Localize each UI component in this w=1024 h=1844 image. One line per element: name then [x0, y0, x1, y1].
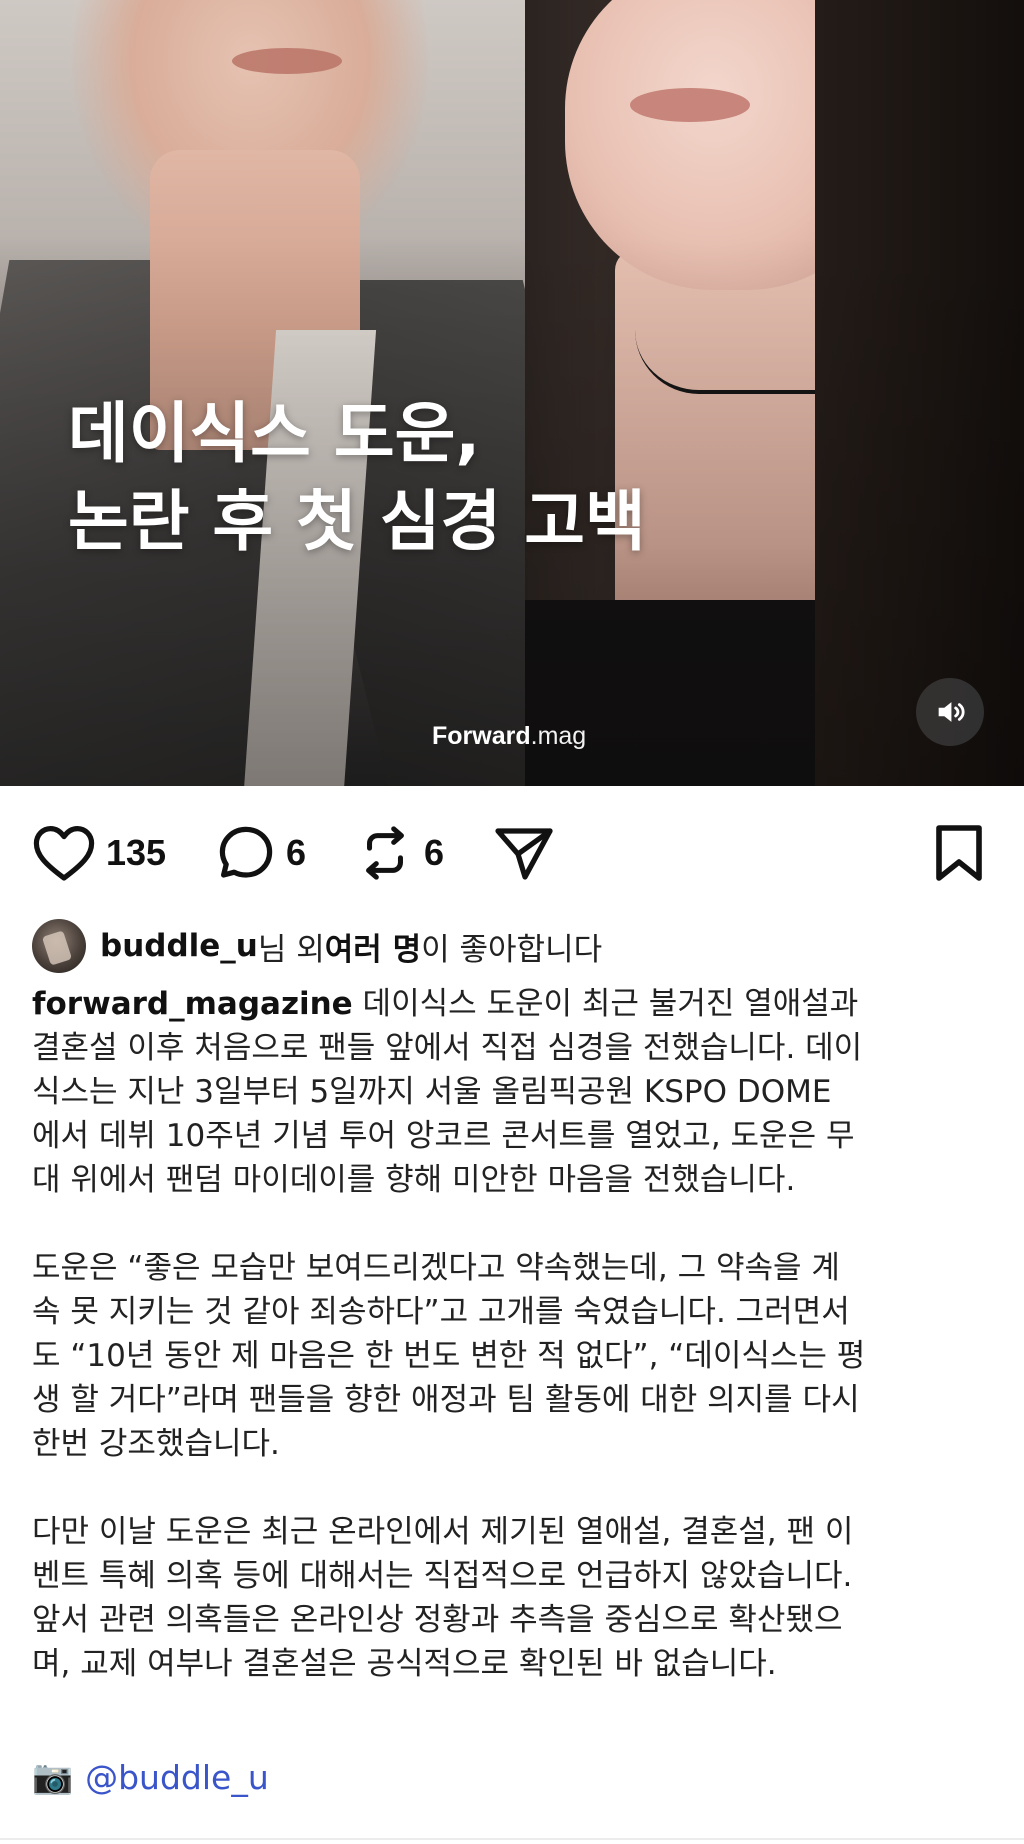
- brand-watermark: Forward.mag: [432, 722, 586, 751]
- headline-line-1: 데이식스 도운,: [68, 395, 481, 472]
- liked-by-mid: 님 외: [257, 931, 325, 968]
- caption-line: forward_magazine 데이식스 도운이 최근 불거진 열애설과: [32, 982, 1002, 1026]
- speaker-icon: [938, 702, 965, 722]
- credit-mention-link[interactable]: @buddle_u: [85, 1758, 269, 1797]
- caption-line: 한번 강조했습니다.: [32, 1426, 280, 1462]
- avatar[interactable]: [32, 919, 86, 973]
- speech-bubble-icon: [219, 826, 273, 878]
- caption-paragraph-1: forward_magazine 데이식스 도운이 최근 불거진 열애설과 결혼…: [32, 982, 1002, 1202]
- photo-credit: 📷 @buddle_u: [32, 1752, 269, 1802]
- liked-by-user[interactable]: buddle_u: [100, 928, 258, 964]
- caption-line: 며, 교제 여부나 결혼설은 공식적으로 확인된 바 없습니다.: [32, 1646, 777, 1682]
- like-button[interactable]: 135: [32, 815, 166, 891]
- save-button[interactable]: [930, 815, 988, 891]
- caption-first-line: 데이식스 도운이 최근 불거진 열애설과: [352, 986, 859, 1022]
- liked-by-end: 이 좋아합니다: [421, 931, 603, 968]
- paper-plane-icon: [495, 828, 553, 880]
- divider: [0, 1838, 1024, 1840]
- action-bar: 135 6 6: [0, 815, 1024, 891]
- post-caption: forward_magazine 데이식스 도운이 최근 불거진 열애설과 결혼…: [32, 982, 1002, 1730]
- caption-line: 도운은 “좋은 모습만 보여드리겠다고 약속했는데, 그 약속을 계: [32, 1250, 840, 1286]
- caption-line: 결혼설 이후 처음으로 팬들 앞에서 직접 심경을 전했습니다. 데이: [32, 1030, 863, 1066]
- post-media[interactable]: 데이식스 도운, 논란 후 첫 심경 고백 Forward.mag: [0, 0, 1024, 786]
- liked-by-summary[interactable]: buddle_u 님 외 여러 명이 좋아합니다: [32, 918, 602, 974]
- camera-icon: 📷: [32, 1757, 74, 1796]
- headline-line-2: 논란 후 첫 심경 고백: [68, 483, 646, 560]
- repost-count: 6: [424, 832, 445, 873]
- bookmark-icon: [936, 825, 982, 881]
- repost-icon: [366, 826, 404, 880]
- comment-button[interactable]: 6: [216, 815, 306, 891]
- caption-line: 대 위에서 팬덤 마이데이를 향해 미안한 마음을 전했습니다.: [32, 1162, 796, 1198]
- caption-paragraph-3: 다만 이날 도운은 최근 온라인에서 제기된 열애설, 결혼설, 팬 이 벤트 …: [32, 1510, 1002, 1686]
- caption-line: 도 “10년 동안 제 마음은 한 번도 변한 적 없다”, “데이식스는 평: [32, 1338, 866, 1374]
- brand-suffix: .mag: [530, 722, 587, 750]
- caption-line: 식스는 지난 3일부터 5일까지 서울 올림픽공원 KSPO DOME: [32, 1074, 832, 1110]
- like-count: 135: [106, 832, 167, 873]
- comment-count: 6: [286, 832, 307, 873]
- caption-author[interactable]: forward_magazine: [32, 986, 353, 1022]
- sound-toggle-button[interactable]: [916, 678, 984, 746]
- repost-button[interactable]: 6: [356, 815, 444, 891]
- brand-name: Forward: [432, 722, 531, 750]
- caption-line: 속 못 지키는 것 같아 죄송하다”고 고개를 숙였습니다. 그러면서: [32, 1294, 850, 1330]
- liked-by-others[interactable]: 여러 명: [325, 924, 421, 969]
- caption-paragraph-2: 도운은 “좋은 모습만 보여드리겠다고 약속했는데, 그 약속을 계 속 못 지…: [32, 1246, 1002, 1466]
- share-button[interactable]: [492, 815, 556, 891]
- headline: 데이식스 도운, 논란 후 첫 심경 고백: [68, 390, 646, 566]
- caption-line: 다만 이날 도운은 최근 온라인에서 제기된 열애설, 결혼설, 팬 이: [32, 1514, 854, 1550]
- caption-line: 에서 데뷔 10주년 기념 투어 앙코르 콘서트를 열었고, 도운은 무: [32, 1118, 855, 1154]
- caption-line: 앞서 관련 의혹들은 온라인상 정황과 추측을 중심으로 확산됐으: [32, 1602, 843, 1638]
- heart-icon: [33, 826, 95, 881]
- caption-line: 벤트 특혜 의혹 등에 대해서는 직접적으로 언급하지 않았습니다.: [32, 1558, 853, 1594]
- caption-line: 생 할 거다”라며 팬들을 향한 애정과 팀 활동에 대한 의지를 다시: [32, 1382, 860, 1418]
